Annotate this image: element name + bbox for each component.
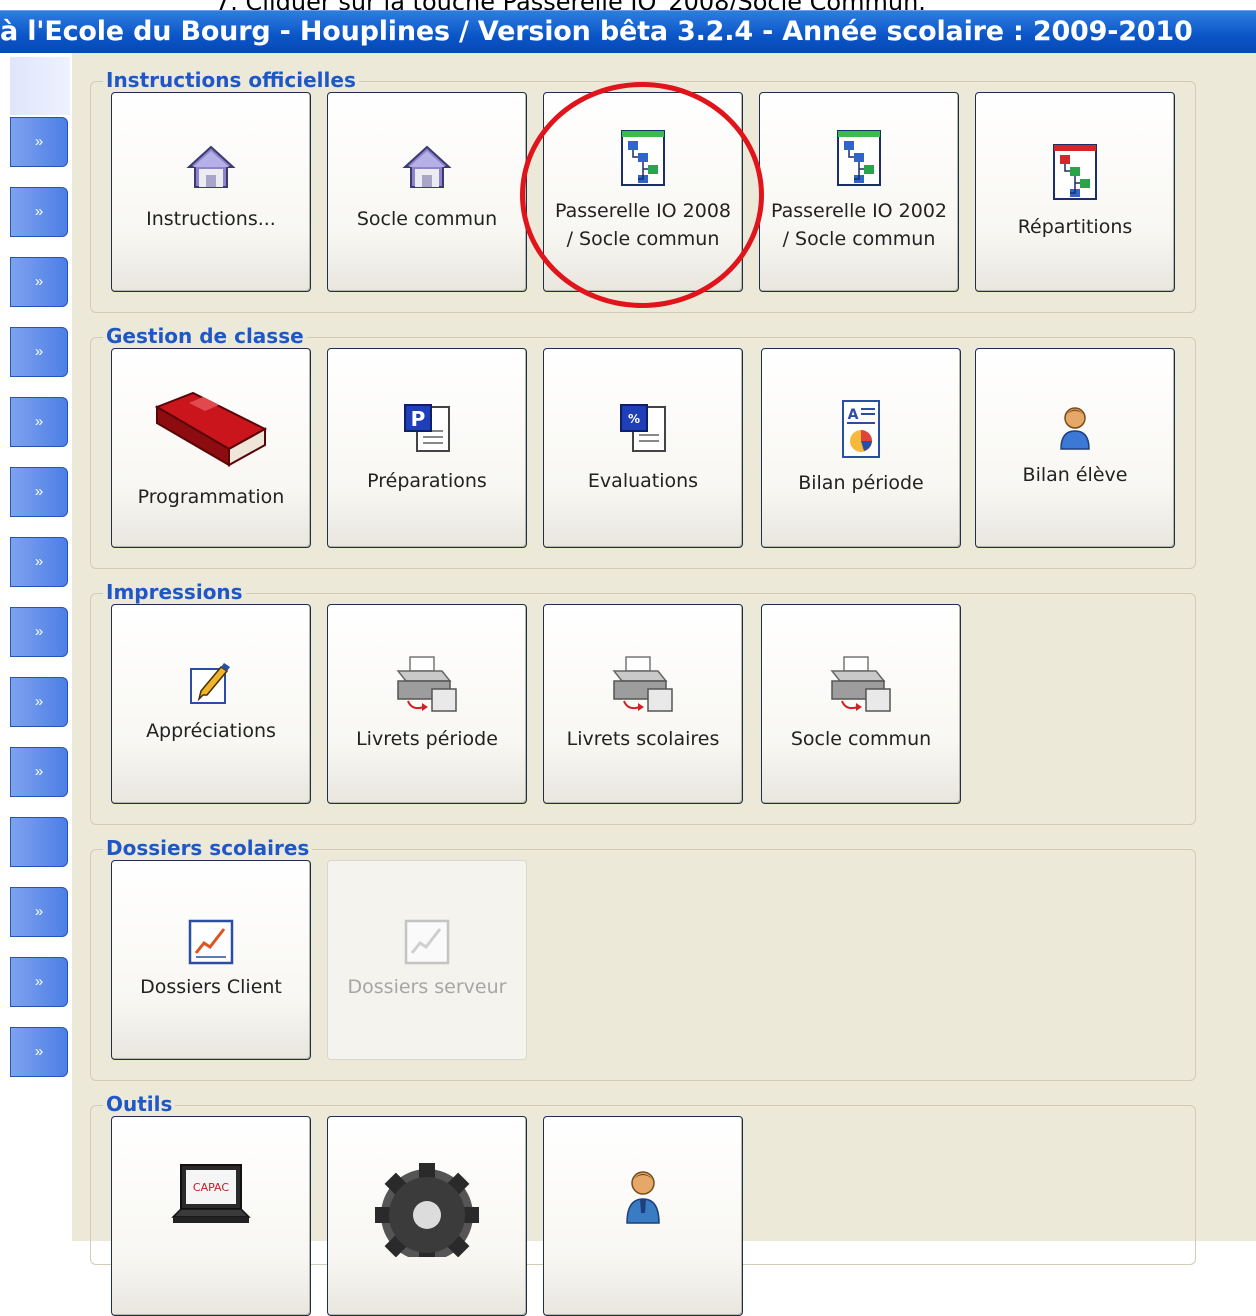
gear-icon [375, 1163, 479, 1257]
laptop-screen-text: CAPAC [193, 1181, 229, 1194]
printer-icon [612, 656, 673, 712]
passerelle-io-2002-button[interactable]: Passerelle IO 2002 / Socle commun [759, 92, 959, 292]
sidebar-expand-button[interactable]: » [10, 187, 68, 237]
svg-text:A: A [848, 407, 859, 423]
sidebar-expand-button[interactable]: » [10, 327, 68, 377]
red-book-icon [154, 391, 268, 467]
bilan-eleve-button[interactable]: Bilan élève [975, 348, 1175, 548]
instructions-button[interactable]: Instructions... [111, 92, 311, 292]
student-icon [1060, 407, 1090, 450]
sidebar-header [10, 57, 70, 115]
sidebar-expand-button[interactable]: » [10, 677, 68, 727]
programmation-button[interactable]: Programmation [111, 348, 311, 548]
document-p-icon: P [404, 404, 450, 452]
chevron-double-down-icon: » [34, 623, 44, 640]
chevron-double-down-icon: » [34, 903, 44, 920]
chart-folder-icon [404, 919, 450, 965]
tile-label: Livrets scolaires [566, 728, 720, 750]
laptop-icon: CAPAC [171, 1164, 251, 1223]
chevron-double-down-icon: » [34, 133, 44, 150]
livrets-scolaires-button[interactable]: Livrets scolaires [543, 604, 743, 804]
tile-label: Socle commun [790, 728, 932, 750]
chevron-double-down-icon: » [34, 973, 44, 990]
sidebar-button[interactable] [10, 817, 68, 867]
dossiers-client-button[interactable]: Dossiers Client [111, 860, 311, 1060]
printer-icon [396, 656, 457, 712]
tile-label: Evaluations [587, 470, 699, 492]
settings-button[interactable] [327, 1116, 527, 1316]
tile-label: Passerelle IO 2002 / Socle commun [770, 200, 948, 250]
pen-icon [190, 663, 230, 704]
chevron-double-down-icon: » [34, 763, 44, 780]
chevron-double-down-icon: » [34, 273, 44, 290]
tile-label: Socle commun [356, 208, 498, 230]
livrets-periode-button[interactable]: Livrets période [327, 604, 527, 804]
appreciations-button[interactable]: Appréciations [111, 604, 311, 804]
sidebar-expand-button[interactable]: » [10, 467, 68, 517]
group-title: Gestion de classe [103, 324, 307, 348]
tile-label: Répartitions [1017, 216, 1133, 238]
repartitions-button[interactable]: Répartitions [975, 92, 1175, 292]
chevron-double-down-icon: » [34, 413, 44, 430]
tree-structure-icon [621, 130, 665, 186]
chevron-double-down-icon: » [34, 483, 44, 500]
tree-structure-red-icon [1053, 144, 1097, 200]
dossiers-serveur-button[interactable]: Dossiers serveur [327, 860, 527, 1060]
user-icon [626, 1171, 660, 1224]
svg-text:P: P [411, 407, 426, 431]
sidebar: » » » » » » » » » » » » » [0, 53, 72, 1241]
tile-label: Préparations [367, 470, 487, 492]
document-grade-icon: % [620, 404, 666, 452]
chevron-double-down-icon: » [34, 343, 44, 360]
chart-folder-icon [188, 919, 234, 965]
tile-label: Programmation [137, 486, 285, 508]
sidebar-expand-button[interactable]: » [10, 537, 68, 587]
sidebar-expand-button[interactable]: » [10, 887, 68, 937]
group-title: Outils [103, 1092, 176, 1116]
evaluations-button[interactable]: % Evaluations [543, 348, 743, 548]
socle-commun-print-button[interactable]: Socle commun [761, 604, 961, 804]
tile-label: Passerelle IO 2008 / Socle commun [554, 200, 732, 250]
sidebar-expand-button[interactable]: » [10, 1027, 68, 1077]
tile-label: Bilan période [798, 472, 924, 494]
group-title: Impressions [103, 580, 246, 604]
sidebar-expand-button[interactable]: » [10, 607, 68, 657]
bilan-periode-button[interactable]: A Bilan période [761, 348, 961, 548]
home-icon [186, 145, 236, 188]
home-icon [402, 145, 452, 188]
passerelle-io-2008-button[interactable]: Passerelle IO 2008 / Socle commun [543, 92, 743, 292]
printer-icon [830, 656, 891, 712]
window-titlebar[interactable]: à l'Ecole du Bourg - Houplines / Version… [0, 10, 1256, 53]
tile-label: Livrets période [356, 728, 498, 750]
sidebar-expand-button[interactable]: » [10, 257, 68, 307]
chevron-double-down-icon: » [34, 1043, 44, 1060]
capac-button[interactable]: CAPAC [111, 1116, 311, 1316]
group-title: Instructions officielles [103, 68, 359, 92]
user-admin-button[interactable] [543, 1116, 743, 1316]
tree-structure-icon [837, 130, 881, 186]
chevron-double-down-icon: » [34, 553, 44, 570]
preparations-button[interactable]: P Préparations [327, 348, 527, 548]
chevron-double-down-icon: » [34, 203, 44, 220]
sidebar-expand-button[interactable]: » [10, 397, 68, 447]
tile-label: Instructions... [146, 208, 276, 230]
sidebar-expand-button[interactable]: » [10, 117, 68, 167]
tile-label: Dossiers Client [140, 976, 282, 998]
report-chart-icon: A [842, 400, 880, 458]
socle-commun-button[interactable]: Socle commun [327, 92, 527, 292]
tile-label: Appréciations [146, 720, 276, 742]
main-panel: Instructions officielles Gestion de clas… [72, 53, 1256, 1316]
chevron-double-down-icon: » [34, 693, 44, 710]
tile-label: Bilan élève [1022, 464, 1128, 486]
sidebar-expand-button[interactable]: » [10, 747, 68, 797]
group-title: Dossiers scolaires [103, 836, 313, 860]
sidebar-expand-button[interactable]: » [10, 957, 68, 1007]
tile-label: Dossiers serveur [347, 976, 507, 998]
window-title: à l'Ecole du Bourg - Houplines / Version… [0, 16, 1193, 47]
svg-text:%: % [628, 412, 640, 426]
